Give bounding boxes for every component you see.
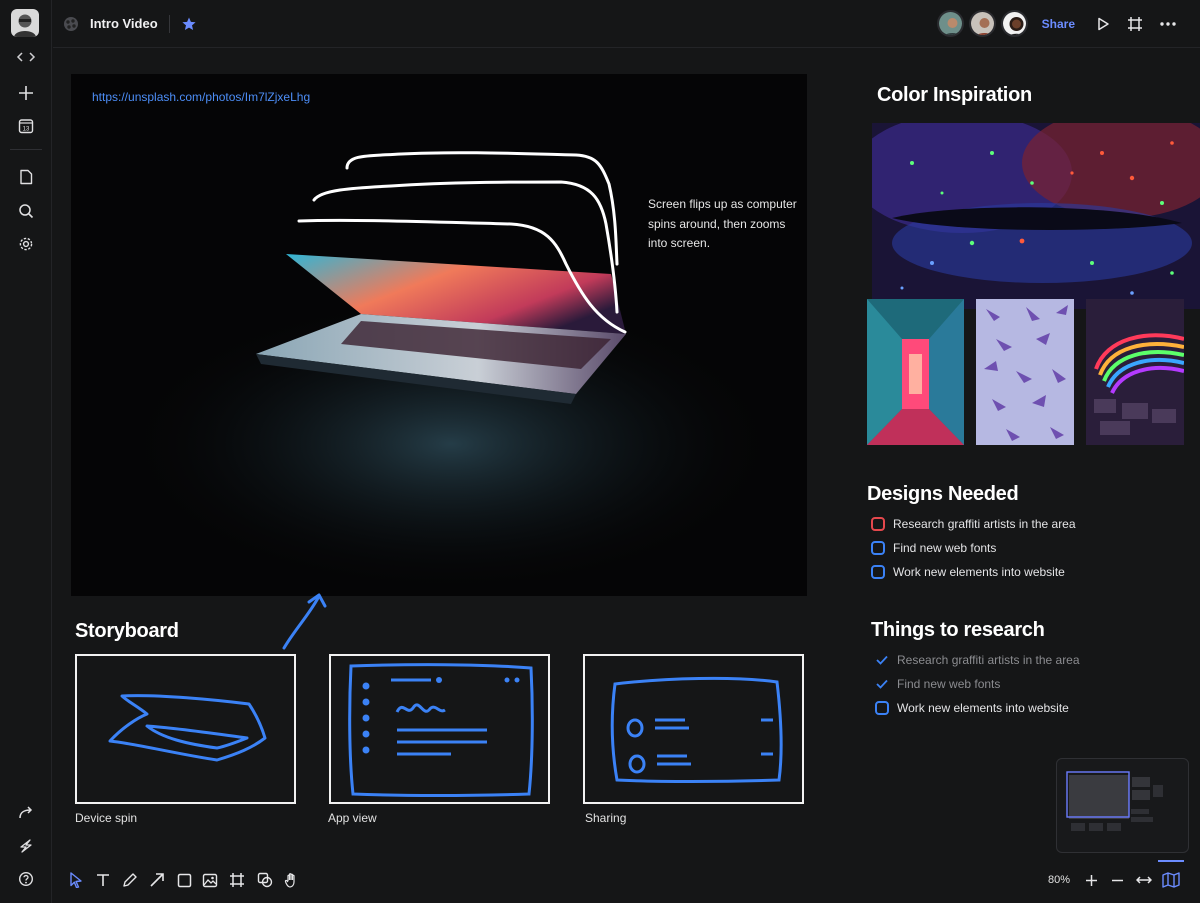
sharing-sketch: [610, 676, 783, 783]
zoom-out-icon[interactable]: [1107, 870, 1127, 890]
color-inspiration-title: Color Inspiration: [877, 84, 1032, 106]
user-avatar[interactable]: [11, 9, 39, 37]
search-icon[interactable]: [14, 199, 38, 223]
redo-icon[interactable]: [14, 801, 38, 825]
hand-tool-icon[interactable]: [282, 870, 302, 890]
check-icon[interactable]: [875, 653, 889, 667]
todo-item[interactable]: Work new elements into website: [875, 701, 1069, 715]
shapes-tool-icon[interactable]: [255, 870, 275, 890]
storyboard-frame[interactable]: [329, 654, 550, 804]
zoom-in-icon[interactable]: [1081, 870, 1101, 890]
left-rail: 13: [0, 0, 52, 903]
collaborator-avatar[interactable]: [969, 10, 996, 37]
image-tool-icon[interactable]: [200, 870, 220, 890]
purple-pattern-image[interactable]: [976, 299, 1074, 445]
play-icon[interactable]: [1092, 13, 1114, 35]
storyboard-frame[interactable]: [75, 654, 296, 804]
star-icon[interactable]: [179, 14, 199, 34]
todo-item[interactable]: Find new web fonts: [875, 677, 1000, 691]
todo-item[interactable]: Work new elements into website: [871, 565, 1065, 579]
minimap-preview: [1066, 771, 1163, 831]
add-icon[interactable]: [14, 81, 38, 105]
logo-icon[interactable]: [14, 834, 38, 858]
designs-needed-title: Designs Needed: [867, 483, 1019, 505]
frame-caption: App view: [328, 811, 377, 825]
arrow-tool-icon[interactable]: [147, 870, 167, 890]
top-bar: Intro Video Share: [53, 0, 1200, 48]
things-to-research-title: Things to research: [871, 619, 1045, 641]
film-reel-icon: [63, 16, 79, 32]
device-spin-sketch: [108, 694, 267, 762]
frame-tool-icon[interactable]: [227, 870, 247, 890]
map-icon[interactable]: [1161, 870, 1181, 890]
map-active-indicator: [1158, 860, 1184, 862]
laptop-photo[interactable]: https://unsplash.com/photos/Im7lZjxeLhg …: [71, 74, 807, 596]
svg-text:13: 13: [23, 127, 30, 133]
collaborator-avatar[interactable]: [937, 10, 964, 37]
gear-icon[interactable]: [14, 232, 38, 256]
todo-item[interactable]: Research graffiti artists in the area: [871, 517, 1076, 531]
rectangle-tool-icon[interactable]: [174, 870, 194, 890]
todo-item[interactable]: Research graffiti artists in the area: [875, 653, 1080, 667]
checkbox-icon[interactable]: [871, 517, 885, 531]
todo-label: Find new web fonts: [893, 541, 997, 555]
frame-caption: Sharing: [585, 811, 627, 825]
checkbox-icon[interactable]: [875, 701, 889, 715]
photo-note: Screen flips up as computer spins around…: [648, 197, 797, 250]
fit-width-icon[interactable]: [1134, 870, 1154, 890]
photo-source-link[interactable]: https://unsplash.com/photos/Im7lZjxeLhg: [92, 90, 310, 104]
neon-hallway-image[interactable]: [867, 299, 964, 445]
frame-icon[interactable]: [1124, 13, 1146, 35]
todo-label: Work new elements into website: [897, 701, 1069, 715]
title-divider: [169, 15, 170, 33]
more-options-icon[interactable]: [1157, 13, 1179, 35]
file-icon[interactable]: [14, 165, 38, 189]
text-tool-icon[interactable]: [93, 870, 113, 890]
document-title[interactable]: Intro Video: [90, 16, 158, 31]
minimap[interactable]: [1056, 758, 1189, 853]
frame-caption: Device spin: [75, 811, 138, 825]
arrow-annotation: [282, 593, 327, 650]
storyboard-title: Storyboard: [75, 620, 179, 642]
todo-label: Research graffiti artists in the area: [893, 517, 1076, 531]
checkbox-icon[interactable]: [871, 541, 885, 555]
rail-divider: [10, 149, 42, 150]
pencil-tool-icon[interactable]: [120, 870, 140, 890]
todo-label: Find new web fonts: [897, 677, 1001, 691]
todo-item[interactable]: Find new web fonts: [871, 541, 996, 555]
collaborator-avatars: [937, 10, 1028, 37]
checkbox-icon[interactable]: [871, 565, 885, 579]
select-tool-icon[interactable]: [66, 870, 86, 890]
app-view-sketch: [348, 663, 534, 797]
storyboard-frame[interactable]: [583, 654, 804, 804]
neon-rainbow-image[interactable]: [1086, 299, 1184, 445]
todo-label: Research graffiti artists in the area: [897, 653, 1080, 667]
help-icon[interactable]: [14, 867, 38, 891]
collaborator-avatar[interactable]: [1001, 10, 1028, 37]
calendar-icon[interactable]: 13: [14, 114, 38, 138]
share-button[interactable]: Share: [1042, 17, 1075, 31]
zoom-level[interactable]: 80%: [1048, 874, 1070, 886]
todo-label: Work new elements into website: [893, 565, 1065, 579]
glitter-lips-image[interactable]: [872, 123, 1200, 309]
check-icon[interactable]: [875, 677, 889, 691]
code-icon[interactable]: [14, 45, 38, 69]
motion-scribble: [297, 151, 627, 334]
